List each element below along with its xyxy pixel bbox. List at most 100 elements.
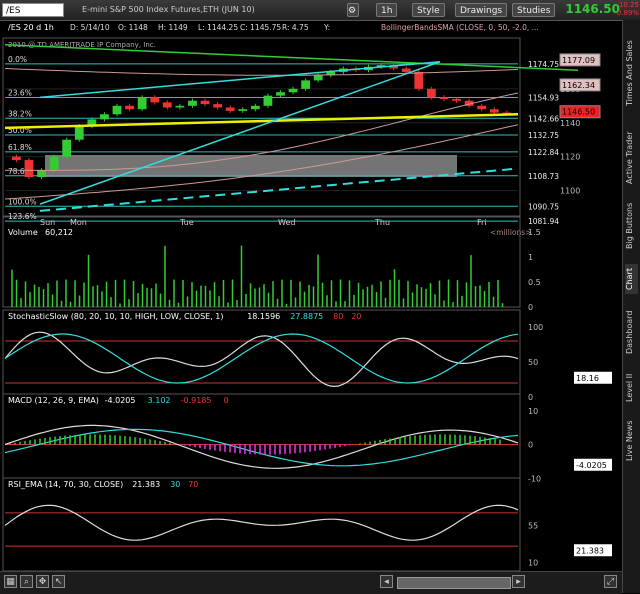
candle-body <box>125 105 134 110</box>
candle-body <box>24 160 34 178</box>
fib-value-label: 1090.75 <box>528 202 559 211</box>
indicator-value: 0 <box>224 396 229 405</box>
tab-big-buttons[interactable]: Big Buttons <box>625 198 638 254</box>
chart-area[interactable]: /ES 20 d 1h D: 5/14/10 O: 1148 H: 1149 L: 11… <box>0 20 622 571</box>
volume-tick-label: 1 <box>528 253 533 262</box>
volume-tick-label: 0.5 <box>528 278 541 287</box>
date-label: D: 5/14/10 <box>70 23 110 32</box>
tab-chart[interactable]: Chart <box>625 264 638 294</box>
candle-body <box>401 68 411 72</box>
studies-button[interactable]: Studies <box>512 3 556 17</box>
bottom-toolbar: ▦ ⌕ ✥ ↖ ◂ ▸ ⤢ <box>0 571 622 594</box>
candle-body <box>213 104 223 108</box>
symbol-description: E-mini S&P 500 Index Futures,ETH (JUN 10… <box>82 5 255 14</box>
indicator-tick-label: -10 <box>528 474 541 483</box>
indicator-title: MACD (12, 26, 9, EMA) <box>8 396 99 405</box>
indicator-tick-label: 0 <box>528 441 533 450</box>
candle-body <box>100 114 109 120</box>
candle-body <box>137 97 147 110</box>
price-box-label: 1146.50 <box>562 108 595 117</box>
fib-value-label: 1122.84 <box>528 148 559 157</box>
price-box-label: 1177.09 <box>562 56 595 65</box>
price-change: -10.25 -0.89% <box>614 1 639 17</box>
chart-toolbar: /ES E-mini S&P 500 Index Futures,ETH (JU… <box>0 0 640 21</box>
candle-body <box>439 97 449 100</box>
indicator-title: RSI_EMA (14, 70, 30, CLOSE) <box>8 480 123 489</box>
candle-body <box>37 170 46 178</box>
volume-value: 60,212 <box>45 228 73 237</box>
candle-body <box>112 105 122 115</box>
panel-frame <box>2 309 521 398</box>
candle-body <box>288 88 298 93</box>
fib-label: 38.2% <box>8 109 32 118</box>
indicator-value: 18.1596 <box>247 312 280 321</box>
indicator-readout: 18.16 <box>576 374 599 383</box>
tab-active-trader[interactable]: Active Trader <box>625 128 638 188</box>
tab-times-and-sales[interactable]: Times And Sales <box>625 28 638 118</box>
day-label: Thu <box>374 218 390 227</box>
pan-icon[interactable]: ✥ <box>36 575 49 588</box>
volume-units: <millions> <box>490 228 531 237</box>
settings-icon[interactable]: ⚙ <box>347 3 359 17</box>
candle-body <box>49 156 59 171</box>
price-box-label: 1162.34 <box>562 81 595 90</box>
fib-value-label: 1108.73 <box>528 172 559 181</box>
indicator-value: -0.9185 <box>181 396 212 405</box>
indicator-value: 21.383 <box>132 480 160 489</box>
symbol-input[interactable]: /ES <box>2 3 64 17</box>
day-label: Tue <box>179 218 194 227</box>
candle-body <box>301 80 311 89</box>
candle-body <box>477 105 487 110</box>
indicator-readout: -4.0205 <box>576 461 607 470</box>
indicator-value: 80 <box>333 312 343 321</box>
candle-body <box>263 95 273 106</box>
tab-level-ii[interactable]: Level II <box>625 370 638 406</box>
candle-body <box>250 105 260 110</box>
volume-tick-label: 1.5 <box>528 228 541 237</box>
fib-value-label: 1142.66 <box>528 114 559 123</box>
fib-label: 61.8% <box>8 143 32 152</box>
indicator-tick-label: 50 <box>528 358 538 367</box>
scrollbar-thumb[interactable] <box>397 577 511 589</box>
zoom-icon[interactable]: ⌕ <box>20 575 33 588</box>
price-title: /ES 20 d 1h <box>8 23 54 32</box>
indicator-value: -4.0205 <box>105 396 136 405</box>
fib-label: 0.0% <box>8 55 27 64</box>
fib-label: 23.6% <box>8 88 32 97</box>
fib-label: 123.6% <box>8 212 37 221</box>
volume-title: Volume <box>8 228 38 237</box>
indicator-value: 20 <box>351 312 361 321</box>
candle-body <box>74 126 84 140</box>
candle-body <box>313 75 323 81</box>
ohlc-label: L: 1144.25 <box>198 23 238 32</box>
scroll-right-icon[interactable]: ▸ <box>512 575 525 588</box>
expand-icon[interactable]: ⤢ <box>604 575 617 588</box>
indicator-tick-label: 100 <box>528 323 543 332</box>
ohlc-label: C: 1145.75 <box>240 23 281 32</box>
drawings-button[interactable]: Drawings <box>455 3 508 17</box>
panel-frame <box>2 216 521 308</box>
grid-icon[interactable]: ▦ <box>4 575 17 588</box>
day-label: Fri <box>477 218 487 227</box>
indicator-value: 27.8875 <box>290 312 323 321</box>
last-price: 1146.50 <box>565 2 620 16</box>
candle-body <box>426 88 436 98</box>
ohlc-label: H: 1149 <box>158 23 188 32</box>
candle-body <box>12 156 21 161</box>
indicator-tick-label: 0 <box>528 393 533 402</box>
fib-zone-box <box>45 154 457 178</box>
candle-body <box>162 102 172 108</box>
candle-body <box>414 71 424 89</box>
scroll-left-icon[interactable]: ◂ <box>380 575 393 588</box>
candle-body <box>175 105 185 108</box>
day-label: Sun <box>40 218 55 227</box>
candle-body <box>452 99 461 101</box>
study-label: BollingerBandsSMA (CLOSE, 0, 50, -2.0, .… <box>381 23 539 32</box>
indicator-value: 30 <box>170 480 180 489</box>
timeframe-button[interactable]: 1h <box>376 3 398 17</box>
price-tick-label: 1120 <box>560 153 580 162</box>
style-button[interactable]: Style <box>412 3 445 17</box>
cursor-icon[interactable]: ↖ <box>52 575 65 588</box>
tab-live-news[interactable]: Live News <box>625 416 638 466</box>
tab-dashboard[interactable]: Dashboard <box>625 304 638 360</box>
